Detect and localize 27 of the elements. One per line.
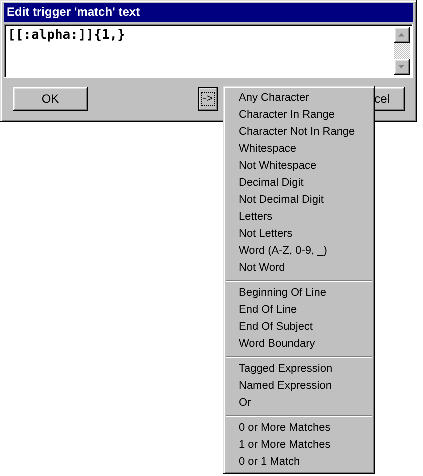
menu-item[interactable]: Letters	[226, 209, 372, 226]
menu-item[interactable]: Not Letters	[226, 226, 372, 243]
menu-item[interactable]: Whitespace	[226, 141, 372, 158]
menu-item[interactable]: Any Character	[226, 90, 372, 107]
menu-item[interactable]: Not Whitespace	[226, 158, 372, 175]
menu-item[interactable]: 0 or 1 Match	[226, 454, 372, 471]
menu-item[interactable]: 1 or More Matches	[226, 437, 372, 454]
text-area[interactable]: [[:alpha:]]{1,}	[4, 24, 413, 78]
expression-text: [[:alpha:]]{1,}	[7, 27, 126, 45]
menu-item[interactable]: Decimal Digit	[226, 175, 372, 192]
menu-item[interactable]: Word Boundary	[226, 336, 372, 353]
scrollbar[interactable]	[394, 27, 410, 75]
menu-item[interactable]: Beginning Of Line	[226, 285, 372, 302]
menu-item[interactable]: Not Word	[226, 260, 372, 277]
menu-item[interactable]: End Of Line	[226, 302, 372, 319]
menu-item[interactable]: Tagged Expression	[226, 361, 372, 378]
insert-menu-button[interactable]: ->	[198, 87, 218, 111]
menu-item[interactable]: Character Not In Range	[226, 124, 372, 141]
menu-item[interactable]: Not Decimal Digit	[226, 192, 372, 209]
window-title: Edit trigger 'match' text	[4, 3, 413, 22]
menu-item[interactable]: 0 or More Matches	[226, 420, 372, 437]
menu-item[interactable]: Character In Range	[226, 107, 372, 124]
ok-button[interactable]: OK	[13, 87, 88, 111]
menu-item[interactable]: Or	[226, 395, 372, 412]
menu-item[interactable]: End Of Subject	[226, 319, 372, 336]
menu-item[interactable]: Named Expression	[226, 378, 372, 395]
menu-item[interactable]: Word (A-Z, 0-9, _)	[226, 243, 372, 260]
